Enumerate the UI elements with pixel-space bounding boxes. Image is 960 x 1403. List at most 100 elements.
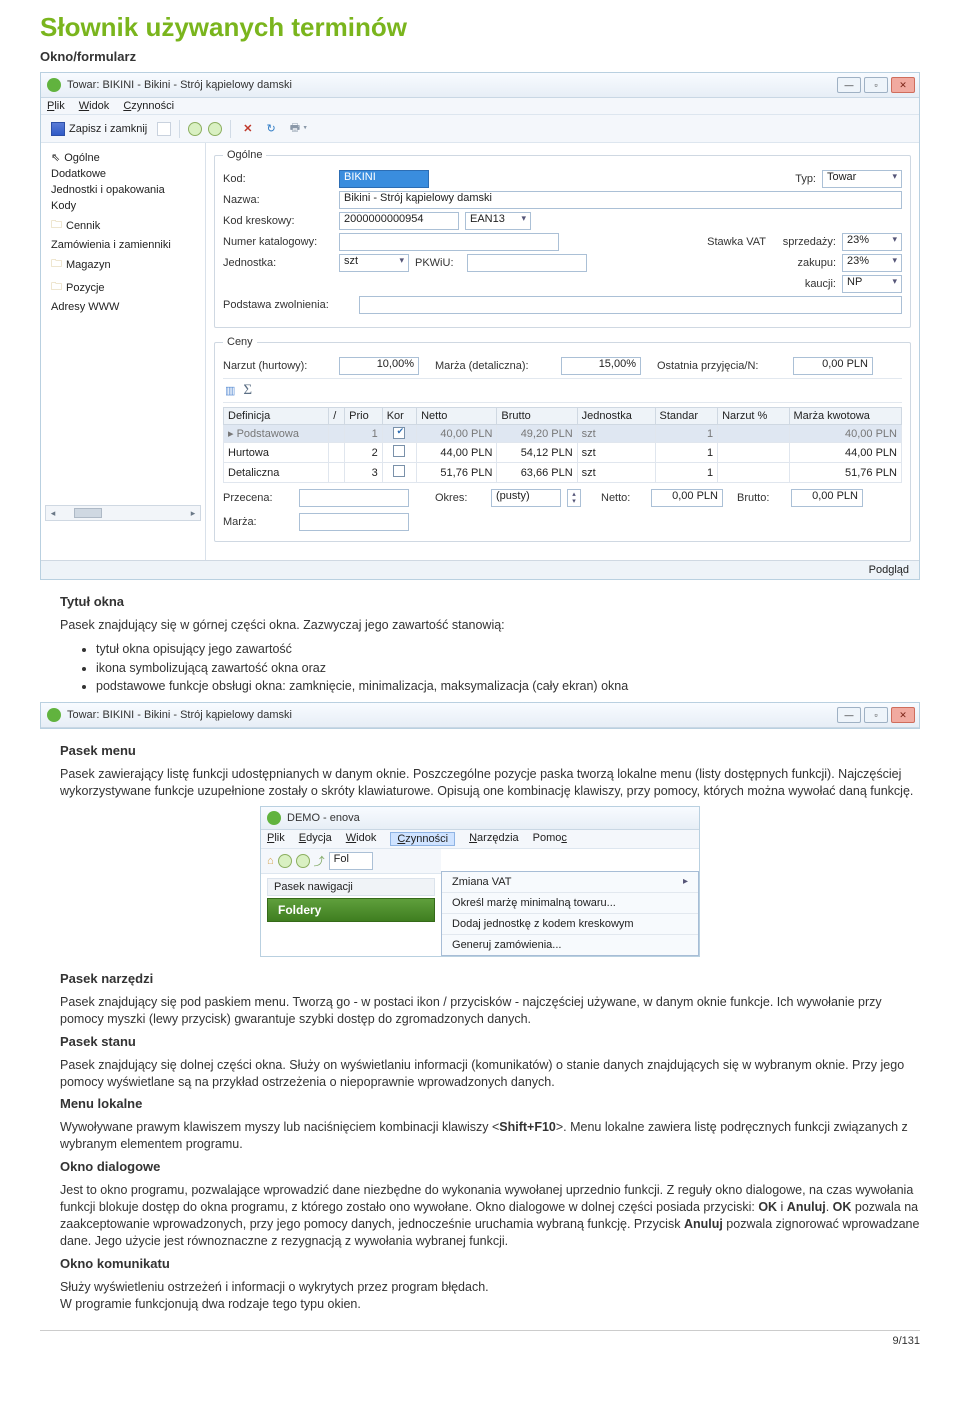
- form-icon[interactable]: [157, 122, 171, 136]
- nav-dodatkowe[interactable]: Dodatkowe: [45, 166, 201, 182]
- label-pkwiu: PKWiU:: [415, 257, 461, 269]
- group-ogolne: Ogólne Kod: BIKINI Typ: Towar Nazwa: Bik…: [214, 149, 911, 328]
- nav-kody[interactable]: Kody: [45, 198, 201, 214]
- folder-icon: 🗀: [51, 216, 62, 235]
- input-pkwiu[interactable]: [467, 254, 587, 272]
- table-row[interactable]: Detaliczna351,76 PLN63,66 PLNszt151,76 P…: [224, 463, 902, 483]
- checkbox[interactable]: [393, 445, 405, 457]
- col-brutto[interactable]: Brutto: [497, 408, 577, 425]
- nav-adresy[interactable]: Adresy WWW: [45, 299, 201, 315]
- select-typ[interactable]: Towar: [822, 170, 902, 188]
- app-icon: [47, 708, 61, 722]
- nav-up-icon[interactable]: ⤴: [314, 853, 325, 869]
- chevron-right-icon: ▸: [683, 876, 688, 887]
- menu-plik[interactable]: Plik: [267, 832, 285, 846]
- delete-icon[interactable]: ✕: [239, 121, 256, 136]
- nav-ogolne[interactable]: ⇖Ogólne: [45, 149, 201, 166]
- nav-cennik[interactable]: 🗀Cennik: [45, 214, 201, 237]
- sigma-icon[interactable]: Σ: [243, 382, 252, 399]
- col-netto[interactable]: Netto: [417, 408, 497, 425]
- page-footer: 9/131: [40, 1330, 920, 1347]
- col-narzut[interactable]: Narzut %: [718, 408, 789, 425]
- input-przecena[interactable]: [299, 489, 409, 507]
- input-nazwa[interactable]: Bikini - Strój kąpielowy damski: [339, 191, 902, 209]
- input-podstawa[interactable]: [359, 296, 902, 314]
- window-title: Towar: BIKINI - Bikini - Strój kąpielowy…: [67, 709, 831, 721]
- input-marza[interactable]: 15,00%: [561, 357, 641, 375]
- minimize-button[interactable]: —: [837, 707, 861, 723]
- menu-widok[interactable]: Widok: [79, 100, 110, 112]
- section-pasek-stanu: Pasek stanu: [60, 1034, 920, 1049]
- nav-fwd-icon[interactable]: [296, 854, 310, 868]
- table-row[interactable]: Hurtowa244,00 PLN54,12 PLNszt144,00 PLN: [224, 443, 902, 463]
- select-jednostka[interactable]: szt: [339, 254, 409, 272]
- maximize-button[interactable]: ▫: [864, 77, 888, 93]
- nav-pozycje[interactable]: 🗀Pozycje: [45, 276, 201, 299]
- input-ostatnia[interactable]: 0,00 PLN: [793, 357, 873, 375]
- select-zakupu[interactable]: 23%: [842, 254, 902, 272]
- menuitem-zmiana-vat[interactable]: Zmiana VAT▸: [442, 872, 698, 892]
- save-close-button[interactable]: Zapisz i zamknij: [47, 121, 151, 137]
- app-icon: [267, 811, 281, 825]
- home-icon[interactable]: ⌂: [267, 855, 274, 867]
- nav-back-icon[interactable]: [188, 122, 202, 136]
- label-podstawa: Podstawa zwolnienia:: [223, 299, 353, 311]
- input-netto-b[interactable]: 0,00 PLN: [651, 489, 723, 507]
- col-jednostka[interactable]: Jednostka: [577, 408, 655, 425]
- print-icon[interactable]: 🖶 ▾: [286, 118, 312, 139]
- menuitem-dodaj-jednostke[interactable]: Dodaj jednostkę z kodem kreskowym: [442, 913, 698, 934]
- tab-foldery[interactable]: Foldery: [267, 898, 435, 922]
- label-nazwa: Nazwa:: [223, 194, 333, 206]
- input-fol[interactable]: Fol: [329, 852, 373, 870]
- col-kor[interactable]: Kor: [382, 408, 416, 425]
- input-okres[interactable]: (pusty): [491, 489, 561, 507]
- select-kaucji[interactable]: NP: [842, 275, 902, 293]
- col-marzakw[interactable]: Marża kwotowa: [789, 408, 902, 425]
- nav-magazyn[interactable]: 🗀Magazyn: [45, 253, 201, 276]
- nav-pane: ⇖Ogólne Dodatkowe Jednostki i opakowania…: [41, 143, 206, 560]
- input-brutto-b[interactable]: 0,00 PLN: [791, 489, 863, 507]
- table-row[interactable]: ▸ Podstawowa140,00 PLN49,20 PLNszt140,00…: [224, 425, 902, 443]
- col-prio[interactable]: Prio: [345, 408, 383, 425]
- window-title: DEMO - enova: [287, 812, 695, 824]
- nav-back-icon[interactable]: [278, 854, 292, 868]
- checkbox[interactable]: [393, 465, 405, 477]
- select-ean[interactable]: EAN13: [465, 212, 531, 230]
- menu-czynnosci[interactable]: Czynności: [123, 100, 174, 112]
- select-sprzedazy[interactable]: 23%: [842, 233, 902, 251]
- section-pasek-narzedzi: Pasek narzędzi: [60, 971, 920, 986]
- menu-widok[interactable]: Widok: [346, 832, 377, 846]
- menu-czynnosci[interactable]: Czynności: [390, 832, 455, 846]
- legend-ceny: Ceny: [223, 336, 257, 348]
- col-standar[interactable]: Standar: [655, 408, 718, 425]
- input-kod[interactable]: BIKINI: [339, 170, 429, 188]
- label-stawka: Stawka VAT: [696, 236, 766, 248]
- nav-jednostki[interactable]: Jednostki i opakowania: [45, 182, 201, 198]
- input-marza-b[interactable]: [299, 513, 409, 531]
- menu-pomoc[interactable]: Pomoc: [533, 832, 567, 846]
- close-button[interactable]: ✕: [891, 707, 915, 723]
- chart-icon[interactable]: ▥: [225, 384, 235, 397]
- refresh-icon[interactable]: ↻: [262, 121, 279, 136]
- col-definicja[interactable]: Definicja: [224, 408, 329, 425]
- status-podglad[interactable]: Podgląd: [41, 560, 919, 579]
- menu-edycja[interactable]: Edycja: [299, 832, 332, 846]
- maximize-button[interactable]: ▫: [864, 707, 888, 723]
- checkbox[interactable]: [393, 427, 405, 439]
- menu-plik[interactable]: Plik: [47, 100, 65, 112]
- nav-zamowienia[interactable]: Zamówienia i zamienniki: [45, 237, 201, 253]
- nav-hscrollbar[interactable]: ◂▸: [45, 505, 201, 521]
- menuitem-okresl-marze[interactable]: Określ marżę minimalną towaru...: [442, 892, 698, 913]
- menuitem-generuj-zamowienia[interactable]: Generuj zamówienia...: [442, 934, 698, 955]
- okres-spinner[interactable]: ▴▾: [567, 489, 581, 507]
- input-narzut[interactable]: 10,00%: [339, 357, 419, 375]
- folder-icon: 🗀: [51, 278, 62, 297]
- label-brutto-b: Brutto:: [737, 492, 785, 504]
- input-numerkat[interactable]: [339, 233, 559, 251]
- input-kreskowy[interactable]: 2000000000954: [339, 212, 459, 230]
- menu-narzedzia[interactable]: Narzędzia: [469, 832, 519, 846]
- minimize-button[interactable]: —: [837, 77, 861, 93]
- close-button[interactable]: ✕: [891, 77, 915, 93]
- col-slash[interactable]: /: [329, 408, 345, 425]
- nav-fwd-icon[interactable]: [208, 122, 222, 136]
